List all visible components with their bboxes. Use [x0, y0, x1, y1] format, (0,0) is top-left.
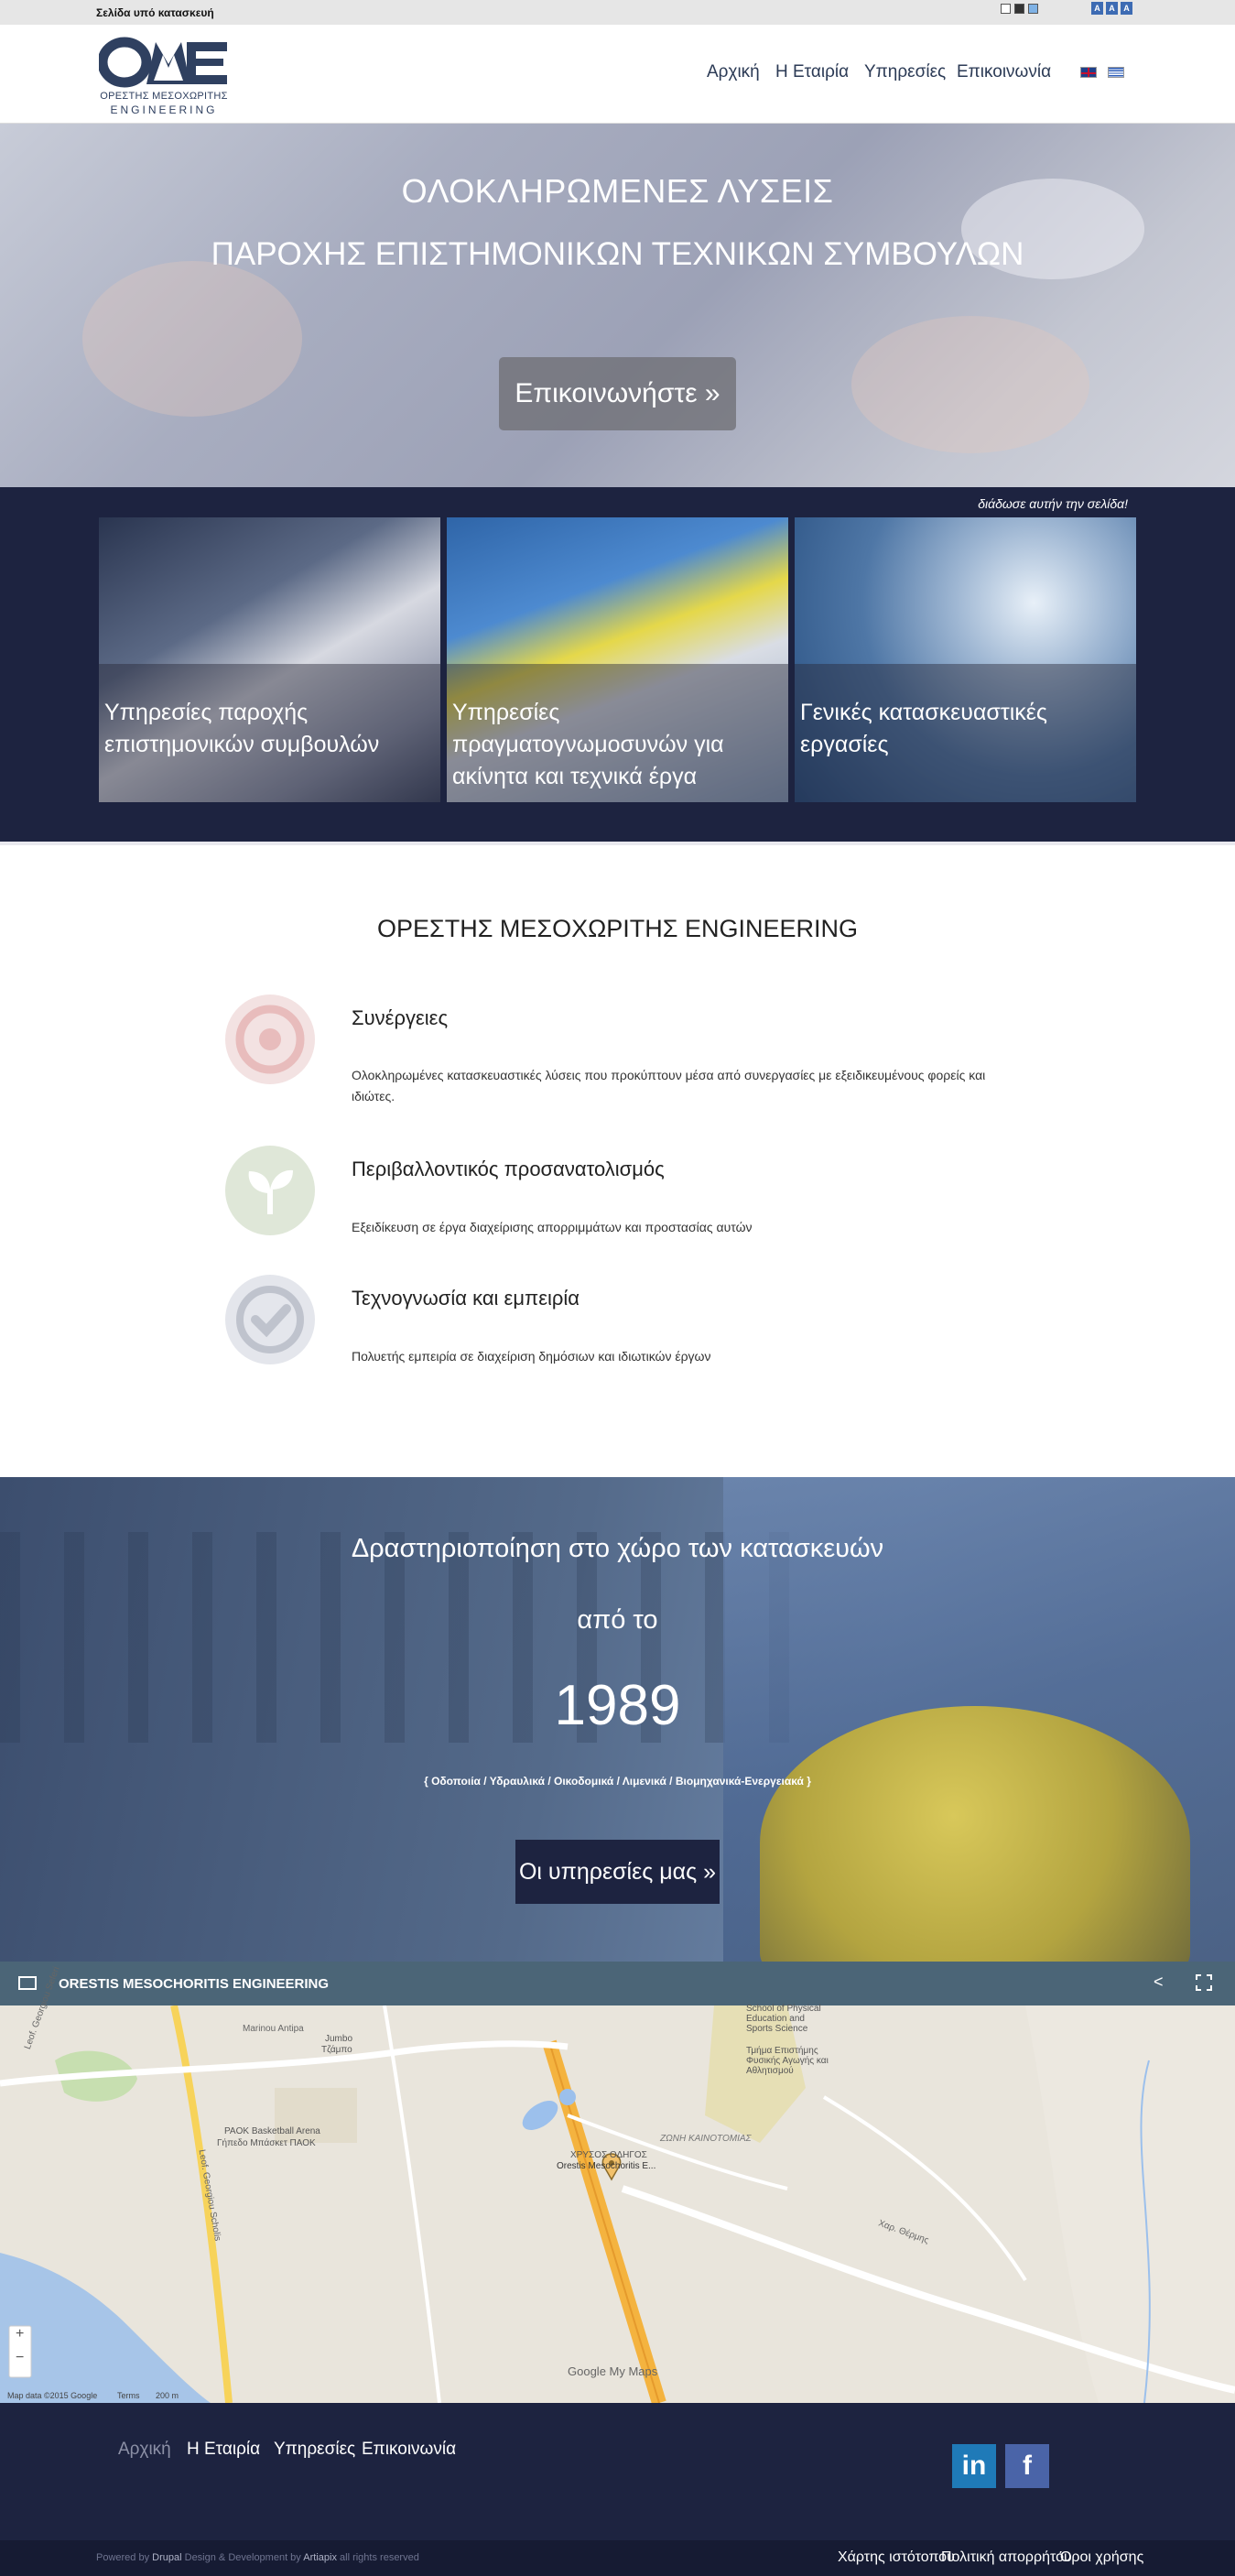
map-scale: 200 m [156, 2391, 179, 2400]
drupal-link[interactable]: Drupal [152, 2552, 181, 2563]
top-bar: Σελίδα υπό κατασκευή A A A [0, 0, 1235, 25]
map-terms[interactable]: Terms [117, 2391, 140, 2400]
map-label-pin-gr: ΧΡΥΣΟΣ ΟΔΗΓΟΣ [570, 2150, 647, 2160]
logo[interactable]: ΟΡΕΣΤΗΣ ΜΕΣΟΧΩΡΙΤΗΣ ENGINEERING [97, 37, 229, 116]
terms-link[interactable]: Όροι χρήσης [1060, 2549, 1143, 2566]
map-legend-icon[interactable] [18, 1976, 37, 1990]
site-header: ΟΡΕΣΤΗΣ ΜΕΣΟΧΩΡΙΤΗΣ ENGINEERING Αρχική Η… [0, 25, 1235, 124]
map-label-zone: ΖΩΝΗ ΚΑΙΝΟΤΟΜΙΑΣ [660, 2134, 752, 2144]
target-icon [225, 995, 315, 1084]
construction-notice: Σελίδα υπό κατασκευή [96, 6, 214, 19]
map-credits: Map data ©2015 Google [7, 2391, 98, 2400]
services-section: διάδωσε αυτήν την σελίδα! Υπηρεσίες παρο… [0, 487, 1235, 842]
flag-gr-icon[interactable] [1108, 67, 1124, 78]
hero-banner: ΟΛΟΚΛΗΡΩΜΕΝΕΣ ΛΥΣΕΙΣ ΠΑΡΟΧΗΣ ΕΠΙΣΤΗΜΟΝΙΚ… [0, 124, 1235, 487]
linkedin-icon[interactable]: in [952, 2444, 996, 2488]
map-title: ORESTIS MESOCHORITIS ENGINEERING [59, 1976, 330, 1992]
design-label: Design & Development by [184, 2552, 301, 2563]
contrast-dark-icon[interactable] [1014, 4, 1024, 14]
facebook-icon[interactable]: f [1005, 2444, 1049, 2488]
feature-title: Συνέργειες [352, 1006, 449, 1029]
font-large-icon[interactable]: A [1121, 2, 1132, 15]
map-road-1: Marinou Antipa [243, 2024, 304, 2034]
footer-nav-company[interactable]: Η Εταιρία [187, 2440, 260, 2460]
share-link[interactable]: διάδωσε αυτήν την σελίδα! [978, 496, 1128, 511]
privacy-link[interactable]: Πολιτική απορρήτου [941, 2549, 1072, 2566]
feature-title: Περιβαλλοντικός προσανατολισμός [352, 1158, 665, 1180]
powered-label: Powered by [96, 2552, 150, 2563]
service-card-construction[interactable]: Γενικές κατασκευαστικές εργασίες [795, 517, 1136, 802]
since-section: Δραστηριοποίηση στο χώρο των κατασκευών … [0, 1477, 1235, 1962]
since-year: 1989 [554, 1674, 681, 1737]
feature-text: Ολοκληρωμένες κατασκευαστικές λύσεις που… [352, 1068, 986, 1103]
hero-hand-shape [82, 261, 302, 417]
hero-contact-button[interactable]: Επικοινωνήστε » [499, 357, 736, 430]
zoom-in-button[interactable]: + [16, 2326, 24, 2342]
font-medium-icon[interactable]: A [1106, 2, 1118, 15]
map-label-jumbo: Jumbo [325, 2034, 353, 2044]
map-label-school-gr: Τμήμα Επιστήμης Φυσικής Αγωγής και Αθλητ… [746, 2046, 829, 2076]
logo-mark-icon [97, 37, 227, 88]
contrast-blue-icon[interactable] [1028, 4, 1038, 14]
map-label-school: School of Physical Education and Sports … [746, 2004, 821, 2034]
zoom-out-button[interactable]: − [16, 2350, 24, 2366]
rights-label: all rights reserved [340, 2552, 419, 2563]
fullscreen-icon[interactable] [1196, 1974, 1212, 1991]
feature-title: Τεχνογνωσία και εμπειρία [352, 1287, 580, 1310]
hero-hand-shape-2 [851, 316, 1089, 453]
footer-nav-services[interactable]: Υπηρεσίες [274, 2440, 355, 2460]
nav-company[interactable]: Η Εταιρία [775, 62, 849, 82]
site-footer: Αρχική Η Εταιρία Υπηρεσίες Επικοινωνία i… [0, 2403, 1235, 2540]
footer-nav-contact[interactable]: Επικοινωνία [362, 2440, 456, 2460]
card-title: Υπηρεσίες πραγματογνωμοσυνών για ακίνητα… [452, 700, 724, 789]
about-section: ΟΡΕΣΤΗΣ ΜΕΣΟΧΩΡΙΤΗΣ ENGINEERING Συνέργει… [0, 842, 1235, 1477]
service-card-consulting[interactable]: Υπηρεσίες παροχής επιστημονικών συμβουλώ… [99, 517, 440, 802]
share-icon[interactable]: < [1154, 1973, 1164, 1992]
feature-text: Εξειδίκευση σε έργα διαχείρισης απορριμμ… [352, 1220, 753, 1234]
footer-nav-home[interactable]: Αρχική [118, 2440, 171, 2460]
leaf-icon [225, 1146, 315, 1235]
service-card-valuation[interactable]: Υπηρεσίες πραγματογνωμοσυνών για ακίνητα… [447, 517, 788, 802]
hero-title: ΟΛΟΚΛΗΡΩΜΕΝΕΣ ΛΥΣΕΙΣ [401, 172, 834, 210]
flag-en-icon[interactable] [1080, 67, 1097, 78]
check-icon [225, 1275, 315, 1364]
nav-contact[interactable]: Επικοινωνία [957, 62, 1051, 82]
our-services-button[interactable]: Οι υπηρεσίες μας » [515, 1840, 720, 1904]
contrast-white-icon[interactable] [1001, 4, 1011, 14]
map-label-arena: PAOK Basketball Arena [224, 2126, 320, 2136]
map-label-arena-gr: Γήπεδο Μπάσκετ ΠΑΟΚ [217, 2138, 316, 2148]
logo-name: ΟΡΕΣΤΗΣ ΜΕΣΟΧΩΡΙΤΗΣ [100, 91, 228, 102]
hero-subtitle: ΠΑΡΟΧΗΣ ΕΠΙΣΤΗΜΟΝΙΚΩΝ ΤΕΧΝΙΚΩΝ ΣΥΜΒΟΥΛΩΝ [211, 236, 1024, 272]
map-embed[interactable]: ORESTIS MESOCHORITIS ENGINEERING < Schoo… [0, 1962, 1235, 2403]
about-heading: ΟΡΕΣΤΗΣ ΜΕΣΟΧΩΡΙΤΗΣ ENGINEERING [377, 915, 858, 942]
map-label-jumbo-gr: Τζάμπο [321, 2045, 352, 2055]
card-title: Γενικές κατασκευαστικές εργασίες [800, 700, 1047, 757]
sitemap-link[interactable]: Χάρτης ιστότοπου [838, 2549, 955, 2566]
nav-home[interactable]: Αρχική [707, 62, 760, 82]
nav-services[interactable]: Υπηρεσίες [864, 62, 946, 82]
feature-text: Πολυετής εμπειρία σε διαχείριση δημόσιων… [352, 1349, 711, 1364]
since-line2: από το [577, 1605, 658, 1635]
credits-text: Powered by Drupal Design & Development b… [96, 2552, 419, 2563]
logo-sub: ENGINEERING [110, 103, 218, 116]
map-canvas[interactable] [0, 2005, 1235, 2403]
since-line1: Δραστηριοποίηση στο χώρο των κατασκευών [351, 1534, 884, 1563]
bottom-bar: Powered by Drupal Design & Development b… [0, 2540, 1235, 2576]
card-title: Υπηρεσίες παροχής επιστημονικών συμβουλώ… [104, 700, 380, 757]
artiapix-link[interactable]: Artiapix [303, 2552, 337, 2563]
font-small-icon[interactable]: A [1091, 2, 1103, 15]
google-logo: Google My Maps [568, 2364, 658, 2378]
since-areas: { Οδοποιία / Υδραυλικά / Οικοδομικά / Λι… [424, 1775, 811, 1788]
map-label-pin: Orestis Mesochoritis E... [557, 2161, 656, 2171]
